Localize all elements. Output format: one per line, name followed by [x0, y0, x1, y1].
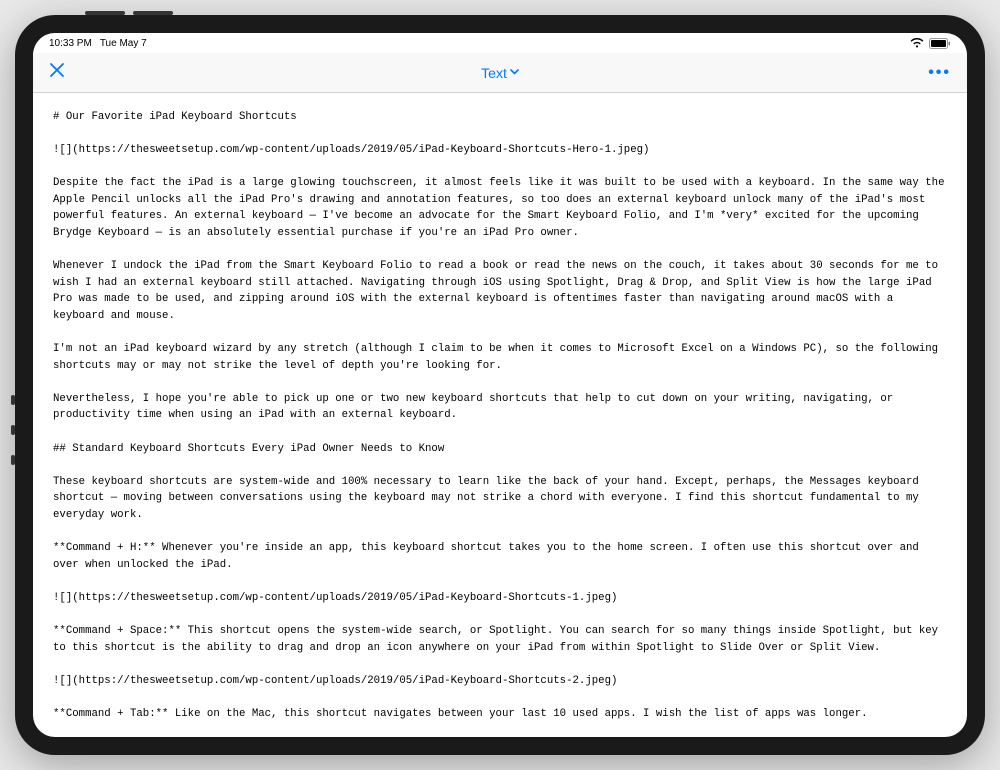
device-side-buttons [11, 395, 15, 465]
document-editor[interactable]: # Our Favorite iPad Keyboard Shortcuts !… [33, 93, 967, 737]
device-top-buttons [85, 11, 173, 15]
mode-label: Text [481, 65, 507, 81]
status-time: 10:33 PM [49, 38, 92, 49]
ipad-device-frame: 10:33 PM Tue May 7 Text [15, 15, 985, 755]
wifi-icon [910, 38, 924, 48]
status-date: Tue May 7 [100, 38, 147, 49]
status-bar: 10:33 PM Tue May 7 [33, 33, 967, 53]
mode-dropdown[interactable]: Text [481, 65, 519, 81]
chevron-down-icon [510, 67, 519, 78]
more-button[interactable]: ••• [921, 64, 951, 82]
screen: 10:33 PM Tue May 7 Text [33, 33, 967, 737]
close-button[interactable] [49, 62, 79, 83]
navigation-bar: Text ••• [33, 53, 967, 93]
battery-icon [929, 38, 951, 49]
